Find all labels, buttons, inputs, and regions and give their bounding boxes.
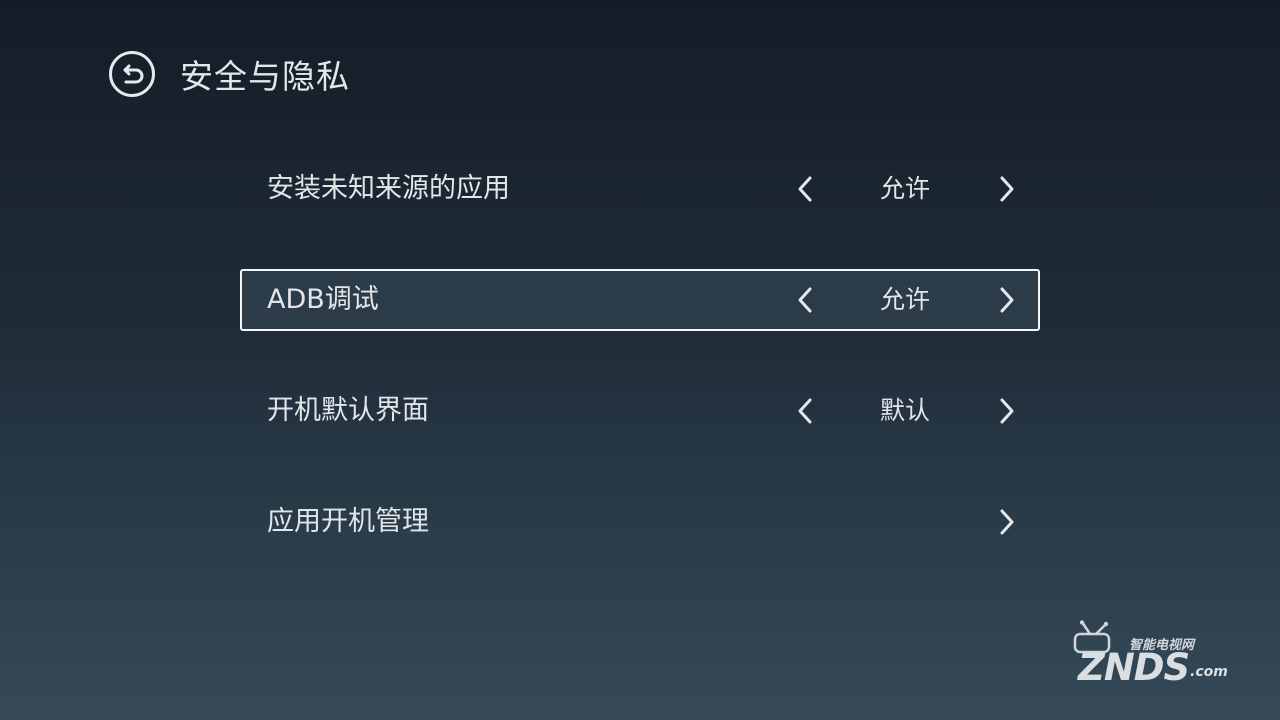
back-icon	[109, 51, 155, 97]
setting-label: ADB调试	[267, 284, 379, 315]
setting-value: 默认	[879, 396, 930, 425]
chevron-left-icon[interactable]	[791, 175, 819, 203]
watermark-domain-suffix: .com	[1190, 664, 1228, 680]
chevron-right-icon[interactable]	[993, 286, 1021, 314]
back-button[interactable]	[108, 50, 156, 98]
setting-row-adb-debugging[interactable]: ADB调试 允许	[240, 269, 1040, 331]
settings-list: 安装未知来源的应用 允许 ADB调试 允许 开机默认界面 默认 应用开机管理	[240, 158, 1040, 602]
setting-label: 开机默认界面	[267, 395, 429, 426]
setting-label: 安装未知来源的应用	[267, 173, 510, 204]
page-header: 安全与隐私	[108, 48, 350, 100]
chevron-right-icon[interactable]	[993, 397, 1021, 425]
znds-watermark: 智能电视网 ZNDS .com	[1066, 620, 1236, 692]
setting-row-app-startup-management[interactable]: 应用开机管理	[240, 491, 1040, 553]
chevron-right-icon[interactable]	[993, 508, 1021, 536]
setting-row-boot-default-screen[interactable]: 开机默认界面 默认	[240, 380, 1040, 442]
page-title: 安全与隐私	[180, 57, 350, 96]
chevron-left-icon[interactable]	[791, 397, 819, 425]
chevron-left-icon[interactable]	[791, 286, 819, 314]
watermark-brand: ZNDS	[1078, 646, 1190, 689]
chevron-right-icon[interactable]	[993, 175, 1021, 203]
setting-label: 应用开机管理	[267, 506, 429, 537]
setting-row-unknown-sources[interactable]: 安装未知来源的应用 允许	[240, 158, 1040, 220]
setting-value: 允许	[879, 285, 930, 314]
setting-value: 允许	[879, 174, 930, 203]
